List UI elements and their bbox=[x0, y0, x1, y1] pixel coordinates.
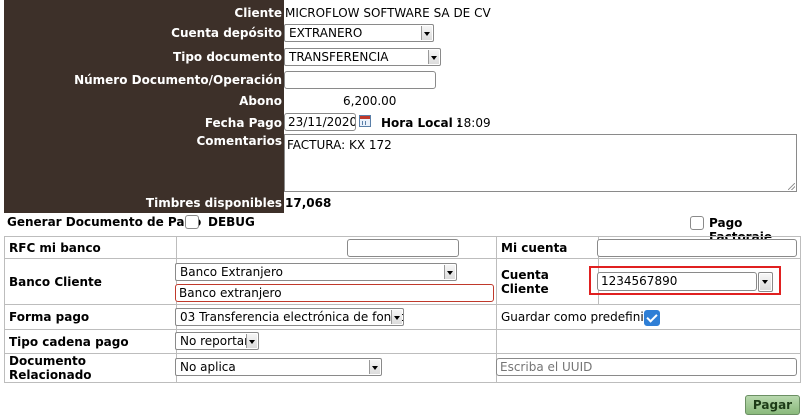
banco-cliente-selected: Banco Extranjero bbox=[180, 265, 283, 279]
numero-documento-label: Número Documento/Operación bbox=[74, 73, 282, 87]
doc-relacionado-selected: No aplica bbox=[180, 360, 236, 374]
guardar-checkbox[interactable] bbox=[644, 310, 660, 326]
cuenta-deposito-label: Cuenta depósito bbox=[171, 26, 282, 40]
banco-cliente-label: Banco Cliente bbox=[4, 258, 177, 305]
doc-relacionado-label: Documento Relacionado bbox=[4, 353, 177, 383]
rfc-cell bbox=[176, 236, 497, 259]
pagar-button[interactable]: Pagar bbox=[745, 395, 800, 415]
chevron-down-icon bbox=[369, 360, 380, 374]
comentarios-text: FACTURA: KX 172 bbox=[287, 138, 392, 152]
mi-cuenta-label: Mi cuenta bbox=[496, 236, 599, 259]
pago-factoraje-checkbox[interactable] bbox=[690, 216, 704, 230]
chevron-down-icon bbox=[391, 310, 402, 324]
forma-pago-selected: 03 Transferencia electrónica de fondos bbox=[180, 310, 404, 324]
cuenta-cliente-input[interactable]: 1234567890 bbox=[597, 272, 757, 291]
chevron-down-icon bbox=[444, 265, 455, 279]
debug-label: DEBUG bbox=[208, 215, 255, 229]
abono-value: 6,200.00 bbox=[343, 94, 397, 108]
payment-header: Cliente MICROFLOW SOFTWARE SA DE CV Cuen… bbox=[0, 0, 804, 215]
chevron-down-icon bbox=[760, 274, 771, 290]
timbres-label: Timbres disponibles bbox=[145, 196, 282, 210]
abono-label: Abono bbox=[239, 94, 282, 108]
generar-documento-label: Generar Documento de Pago bbox=[7, 215, 202, 229]
tipo-documento-selected: TRANSFERENCIA bbox=[289, 50, 389, 64]
chevron-down-icon bbox=[421, 26, 432, 40]
tipo-cadena-label: Tipo cadena pago bbox=[4, 329, 177, 354]
cuenta-deposito-select[interactable]: EXTRANERO bbox=[284, 24, 434, 42]
fecha-pago-label: Fecha Pago bbox=[204, 116, 282, 130]
cliente-label: Cliente bbox=[234, 6, 282, 20]
chevron-down-icon bbox=[428, 50, 439, 64]
hora-local-value: 18:09 bbox=[456, 116, 491, 130]
cliente-value: MICROFLOW SOFTWARE SA DE CV bbox=[285, 6, 491, 20]
hora-local-label: Hora Local : bbox=[381, 116, 462, 130]
resize-grip-icon[interactable] bbox=[788, 183, 795, 190]
cuenta-deposito-selected: EXTRANERO bbox=[289, 26, 363, 40]
banco-cliente-input[interactable]: Banco extranjero bbox=[175, 284, 494, 302]
mi-cuenta-input[interactable] bbox=[597, 239, 797, 257]
tipo-documento-label: Tipo documento bbox=[173, 50, 282, 64]
tipo-documento-select[interactable]: TRANSFERENCIA bbox=[284, 48, 441, 66]
doc-relacionado-select[interactable]: No aplica bbox=[175, 358, 382, 376]
numero-documento-input[interactable] bbox=[284, 71, 436, 89]
chevron-down-icon bbox=[246, 334, 257, 348]
forma-pago-label: Forma pago bbox=[4, 304, 177, 330]
fecha-pago-input[interactable]: 23/11/2020 bbox=[284, 113, 356, 131]
guardar-label: Guardar como predefinido bbox=[501, 310, 659, 324]
tipo-cadena-select[interactable]: No reportar bbox=[175, 332, 259, 350]
comentarios-textarea[interactable]: FACTURA: KX 172 bbox=[284, 134, 797, 192]
tipo-cadena-selected: No reportar bbox=[180, 334, 250, 348]
generar-documento-checkbox[interactable] bbox=[185, 215, 199, 229]
cuenta-cliente-dropdown[interactable] bbox=[758, 272, 773, 292]
comentarios-label: Comentarios bbox=[196, 134, 283, 148]
banco-cliente-select[interactable]: Banco Extranjero bbox=[175, 263, 457, 281]
rfc-input[interactable] bbox=[347, 239, 459, 257]
empty-cell bbox=[496, 329, 801, 354]
timbres-value: 17,068 bbox=[285, 196, 332, 210]
cuenta-cliente-label: Cuenta Cliente bbox=[496, 258, 599, 305]
uuid-input[interactable] bbox=[496, 358, 797, 376]
rfc-label: RFC mi banco bbox=[4, 236, 177, 259]
forma-pago-select[interactable]: 03 Transferencia electrónica de fondos bbox=[175, 308, 404, 326]
calendar-icon[interactable] bbox=[359, 115, 371, 127]
